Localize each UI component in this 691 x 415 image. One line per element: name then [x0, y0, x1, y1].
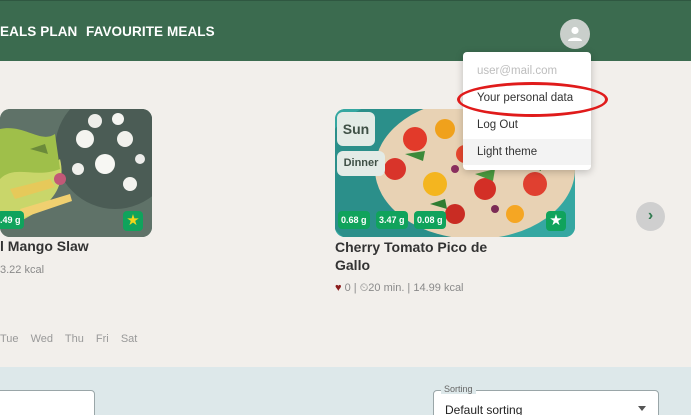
person-icon: [568, 26, 582, 41]
day-tab[interactable]: Wed: [31, 333, 53, 345]
star-icon[interactable]: ★: [546, 211, 566, 231]
meal-meta: ♥ 0 | ⏲20 min. | 14.99 kcal: [335, 282, 464, 294]
meal-kcal: 3.22 kcal: [0, 264, 45, 276]
day-tab[interactable]: Fri: [96, 333, 109, 345]
clock-icon: ⏲: [359, 282, 369, 294]
account-circle-icon[interactable]: [560, 19, 590, 49]
day-tabs: Tue Wed Thu Fri Sat: [0, 333, 146, 345]
likes-count: 0: [344, 282, 351, 294]
day-tab[interactable]: Tue: [0, 333, 19, 345]
user-email: user@mail.com: [477, 65, 558, 77]
heart-icon[interactable]: ♥: [335, 282, 342, 294]
chevron-right-icon[interactable]: ›: [636, 202, 665, 231]
menu-item-personal-data[interactable]: Your personal data: [463, 85, 591, 111]
macro-badge: 0.08 g: [414, 211, 446, 229]
menu-item-log-out[interactable]: Log Out: [463, 112, 591, 138]
cook-time: 20 min.: [368, 282, 405, 294]
day-tab[interactable]: Thu: [65, 333, 84, 345]
day-badge: Sun: [337, 112, 375, 146]
macro-badge: 3.47 g: [376, 211, 408, 229]
meal-title[interactable]: Cherry Tomato Pico de Gallo: [335, 238, 505, 274]
sorting-value: Default sorting: [445, 403, 523, 415]
meal-type-badge: Dinner: [337, 151, 385, 176]
macro-badge: .49 g: [0, 211, 24, 229]
user-menu: user@mail.com Your personal data Log Out…: [463, 52, 591, 170]
macro-badge: 0.68 g: [338, 211, 370, 229]
caret-down-icon[interactable]: [638, 406, 646, 411]
sorting-label: Sorting: [441, 384, 476, 394]
meal-title[interactable]: l Mango Slaw: [0, 238, 89, 254]
menu-item-light-theme[interactable]: Light theme: [463, 139, 591, 165]
search-input[interactable]: [0, 390, 95, 415]
star-icon[interactable]: ★: [123, 211, 143, 231]
nav-meals-plan[interactable]: EALS PLAN: [0, 24, 77, 39]
meal-kcal: 14.99 kcal: [413, 282, 464, 294]
nav-favourite-meals[interactable]: FAVOURITE MEALS: [86, 24, 215, 39]
day-tab[interactable]: Sat: [121, 333, 138, 345]
